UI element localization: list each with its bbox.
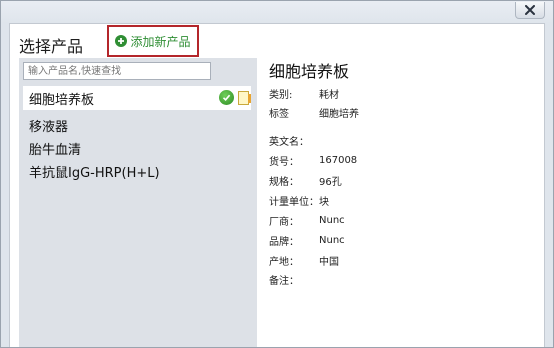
field-value: 细胞培养: [319, 108, 359, 120]
field-value: 耗材: [319, 89, 339, 101]
plus-circle-icon: [115, 35, 128, 47]
field-key: 备注：: [269, 275, 299, 287]
field-value: 167008: [319, 154, 358, 166]
dialog-window: 选择产品 添加新产品 细胞培养板: [0, 0, 554, 348]
list-item[interactable]: 胎牛血清: [19, 137, 257, 160]
detail-row-tag: 标签 细胞培养: [269, 102, 544, 122]
field-key: 产地：: [269, 256, 299, 268]
list-item-label: 羊抗鼠IgG-HRP(H+L): [29, 166, 160, 181]
field-key: 货号：: [269, 156, 299, 168]
close-icon: [525, 5, 535, 15]
list-item[interactable]: 羊抗鼠IgG-HRP(H+L): [19, 160, 257, 183]
note-icon[interactable]: [238, 90, 251, 105]
check-icon: [219, 90, 234, 105]
field-key: 规格：: [269, 176, 299, 188]
detail-row-remarks: 备注：: [269, 270, 544, 288]
dialog-title: 选择产品: [19, 37, 84, 56]
detail-row-manufacturer: 厂商： Nunc: [269, 210, 544, 230]
list-item-label: 移液器: [29, 120, 69, 135]
list-item-label: 细胞培养板: [29, 92, 95, 108]
product-search-input[interactable]: [23, 62, 211, 80]
field-value: 96孔: [319, 176, 342, 188]
detail-row-spec: 规格： 96孔: [269, 170, 544, 190]
product-detail-panel: 细胞培养板 类别: 耗材 标签 细胞培养 英文名： 货号： 167008 规格：…: [269, 58, 544, 288]
product-list-panel: 细胞培养板 移液器 胎牛血清 羊抗鼠IgG-HRP(H+L): [19, 58, 257, 347]
list-item-label: 胎牛血清: [29, 143, 82, 158]
field-key: 品牌：: [269, 236, 299, 248]
add-product-label: 添加新产品: [130, 34, 191, 49]
field-value: 中国: [319, 256, 339, 268]
list-item-selected[interactable]: 细胞培养板: [23, 86, 251, 110]
field-key: 标签: [269, 108, 289, 120]
field-value: 块: [319, 196, 329, 208]
detail-title: 细胞培养板: [269, 62, 350, 81]
field-key: 英文名：: [269, 136, 309, 148]
field-value: Nunc: [319, 234, 345, 246]
detail-row-origin: 产地： 中国: [269, 250, 544, 270]
detail-row-item-number: 货号： 167008: [269, 150, 544, 170]
dialog-content: 选择产品 添加新产品 细胞培养板: [9, 23, 545, 347]
detail-row-brand: 品牌： Nunc: [269, 230, 544, 250]
item-badges: [219, 90, 251, 105]
add-product-button[interactable]: 添加新产品: [107, 25, 199, 57]
list-item[interactable]: 移液器: [19, 114, 257, 137]
detail-row-english-name: 英文名：: [269, 130, 544, 150]
detail-row-unit: 计量单位： 块: [269, 190, 544, 210]
product-list: 细胞培养板 移液器 胎牛血清 羊抗鼠IgG-HRP(H+L): [19, 86, 257, 183]
field-key: 类别:: [269, 89, 293, 101]
detail-row-category: 类别: 耗材: [269, 84, 544, 102]
field-value: Nunc: [319, 214, 345, 226]
field-key: 厂商：: [269, 216, 299, 228]
close-button[interactable]: [515, 2, 545, 19]
field-key: 计量单位：: [269, 196, 319, 208]
